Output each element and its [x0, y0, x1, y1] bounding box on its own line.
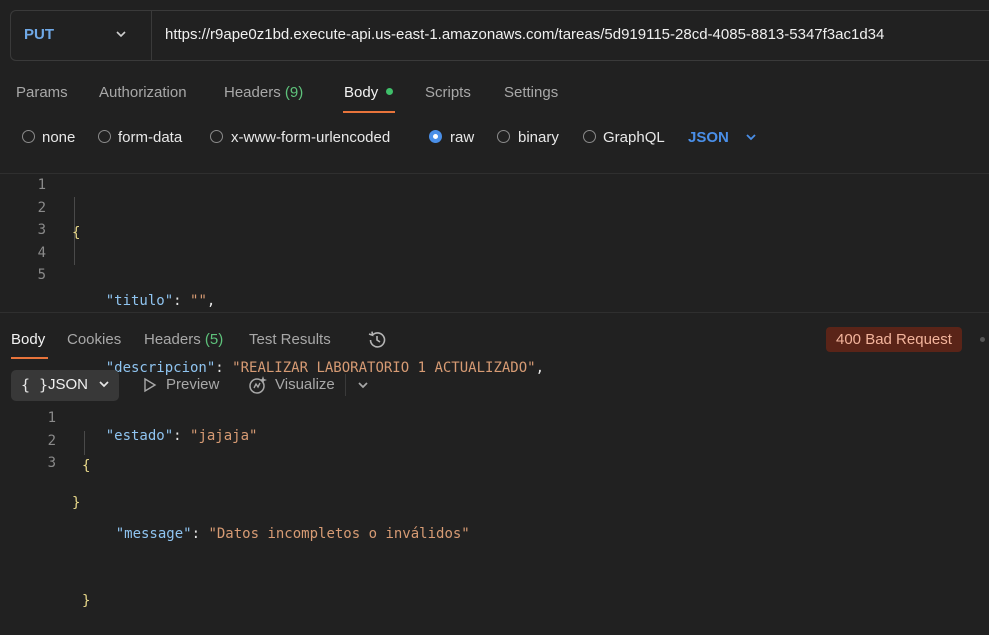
chevron-down-icon[interactable]	[744, 127, 758, 151]
body-modified-dot	[386, 87, 394, 95]
response-code: { "message": "Datos incompletos o inváli…	[82, 458, 470, 609]
response-tab-body[interactable]: Body	[11, 331, 45, 348]
code-brace: {	[82, 458, 91, 474]
response-format-label: JSON	[48, 376, 89, 393]
code-value: ""	[190, 292, 207, 309]
play-icon[interactable]	[142, 377, 158, 397]
preview-button[interactable]: Preview	[166, 376, 219, 393]
radio-urlencoded-label[interactable]: x-www-form-urlencoded	[231, 129, 390, 146]
radio-urlencoded[interactable]	[210, 130, 223, 143]
tab-body[interactable]: Body	[344, 84, 394, 101]
braces-icon: { }	[21, 376, 49, 394]
response-tab-headers-label: Headers	[144, 331, 201, 348]
editor-gutter: 1 2 3 4 5	[24, 177, 46, 290]
response-tab-headers[interactable]: Headers (5)	[144, 331, 223, 348]
code-value: "REALIZAR LABORATORIO 1 ACTUALIZADO"	[232, 360, 536, 376]
radio-binary[interactable]	[497, 130, 510, 143]
tab-headers[interactable]: Headers (9)	[224, 84, 303, 101]
line-number: 1	[37, 177, 46, 193]
radio-raw-label[interactable]: raw	[450, 129, 474, 146]
headers-count: (9)	[284, 84, 304, 101]
tab-params[interactable]: Params	[16, 84, 68, 101]
response-format-select[interactable]: { } JSON	[11, 370, 119, 401]
radio-form-data[interactable]	[98, 130, 111, 143]
tab-headers-label: Headers	[224, 84, 281, 101]
tab-settings[interactable]: Settings	[504, 84, 558, 101]
toolbar-divider	[345, 374, 346, 396]
response-tab-test-results[interactable]: Test Results	[249, 331, 331, 348]
history-icon[interactable]	[366, 329, 388, 355]
line-number: 2	[37, 199, 46, 216]
code-key: "message"	[115, 525, 192, 542]
line-number: 5	[37, 267, 46, 283]
radio-form-data-label[interactable]: form-data	[118, 129, 182, 146]
response-headers-count: (5)	[204, 331, 224, 348]
code-brace: }	[72, 495, 81, 511]
chevron-down-icon[interactable]	[115, 25, 127, 49]
url-bar: PUT https://r9ape0z1bd.execute-api.us-ea…	[10, 10, 989, 61]
radio-none-label[interactable]: none	[42, 129, 75, 146]
chevron-down-icon[interactable]	[356, 375, 370, 399]
code-key: "titulo"	[105, 292, 174, 309]
method-select[interactable]: PUT	[24, 26, 54, 43]
line-number: 4	[37, 244, 46, 261]
line-number: 3	[37, 222, 46, 238]
active-tab-indicator	[343, 111, 395, 113]
line-number: 2	[47, 432, 56, 449]
code-brace: }	[82, 593, 91, 609]
radio-graphql[interactable]	[583, 130, 596, 143]
radio-none[interactable]	[22, 130, 35, 143]
code-key: "descripcion"	[105, 360, 216, 376]
line-number: 3	[47, 455, 56, 471]
active-response-tab-indicator	[11, 357, 48, 359]
url-divider	[151, 11, 152, 60]
line-number: 1	[47, 410, 56, 426]
code-brace: {	[72, 225, 81, 241]
tab-scripts[interactable]: Scripts	[425, 84, 471, 101]
body-format-select[interactable]: JSON	[688, 129, 729, 146]
radio-binary-label[interactable]: binary	[518, 129, 559, 146]
visualize-icon[interactable]	[247, 374, 269, 400]
status-badge[interactable]: 400 Bad Request	[826, 327, 962, 352]
response-gutter: 1 2 3	[34, 410, 56, 478]
response-tab-cookies[interactable]: Cookies	[67, 331, 121, 348]
radio-raw[interactable]	[429, 130, 442, 143]
code-value: "Datos incompletos o inválidos"	[208, 525, 470, 542]
chevron-down-icon	[97, 374, 111, 398]
visualize-button[interactable]: Visualize	[275, 376, 335, 393]
tab-authorization[interactable]: Authorization	[99, 84, 187, 101]
tab-body-label: Body	[344, 84, 379, 101]
more-dot	[980, 337, 985, 342]
radio-graphql-label[interactable]: GraphQL	[603, 129, 665, 146]
url-input[interactable]: https://r9ape0z1bd.execute-api.us-east-1…	[165, 26, 884, 43]
